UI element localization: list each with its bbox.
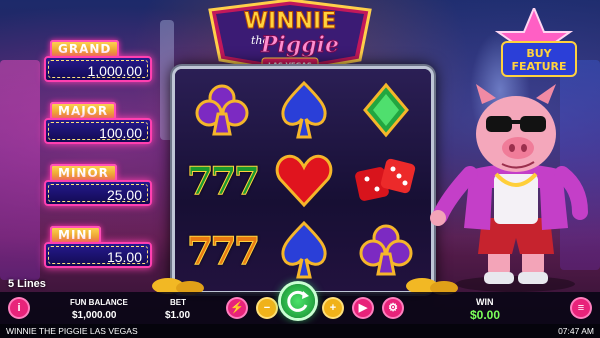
reel-symbol-club [345,215,427,285]
menu-icon[interactable]: ≡ [572,299,590,317]
logo-subtitle: Piggie [260,32,339,58]
jackpot-amount: 1,000.00 [44,56,152,82]
reel-symbol-seven: 777 [186,157,260,203]
reel-symbol-diamond [345,75,427,145]
reel-symbol-spade [263,75,345,145]
buy-feature-line2: FEATURE [511,60,566,73]
win-label: WIN [476,297,494,307]
jackpot-amount: 25.00 [44,180,152,206]
autoplay-icon[interactable]: ▶ [354,299,372,317]
spin-button[interactable] [281,284,315,318]
status-bar: WINNIE THE PIGGIE LAS VEGAS 07:47 AM [0,324,600,338]
reel-symbol-seven: 777 [186,227,260,273]
reel-symbol-club [181,75,263,145]
game-title-text: WINNIE THE PIGGIE LAS VEGAS [6,326,138,336]
bet-value: $1.00 [165,310,191,321]
reel-grid: 777 777 [172,66,434,294]
balance-label: FUN BALANCE [70,298,128,307]
reel-symbol-heart [263,145,345,215]
reel-symbol-dice [345,145,427,215]
minus-icon[interactable]: − [258,299,276,317]
lines-label: 5 Lines [8,278,46,290]
plus-icon[interactable]: + [324,299,342,317]
background-neon-left [0,60,40,280]
balance-value: $1,000.00 [72,310,117,321]
info-icon[interactable]: i [10,299,28,317]
logo-title: WINNIE [244,9,337,34]
clock-text: 07:47 AM [558,326,594,336]
control-bar: i FUN BALANCE $1,000.00 BET $1.00 ⚡ − + … [0,284,600,324]
game-stage: WINNIE the Piggie LAS VEGAS GRAND 1,000.… [0,0,600,338]
reel-symbol-spade [263,215,345,285]
win-value: $0.00 [470,308,501,322]
buy-feature-button[interactable]: BUY FEATURE [490,8,590,82]
jackpot-amount: 15.00 [44,242,152,268]
settings-icon[interactable]: ⚙ [384,299,402,317]
pig-mascot [430,84,588,292]
turbo-icon[interactable]: ⚡ [228,299,246,317]
bet-label: BET [170,298,186,307]
spin-icon [287,290,309,312]
jackpot-amount: 100.00 [44,118,152,144]
buy-feature-line1: BUY [526,47,552,60]
